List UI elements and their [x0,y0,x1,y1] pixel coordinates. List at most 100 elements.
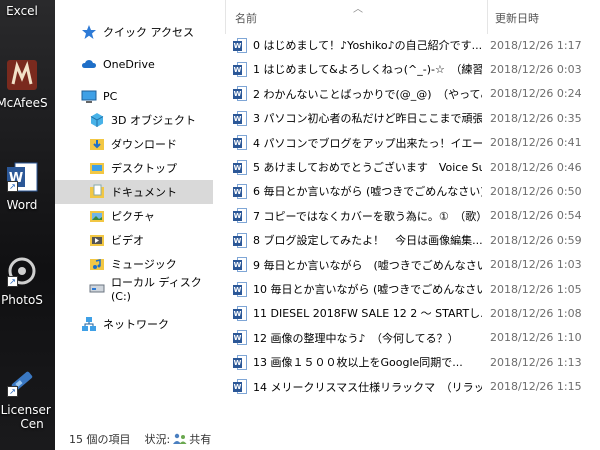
videos-folder-icon [89,232,105,248]
desktop-icon-word[interactable]: W ↗ Word [0,160,55,212]
file-row[interactable]: W 6 毎日とか言いながら (嘘つきでごめんなさい)... 2018/12/26 0… [233,180,595,202]
file-row[interactable]: W 9 毎日とか言いながら (嘘つきでごめんなさい... 2018/12/26 1:… [233,254,595,276]
column-divider [487,0,488,34]
file-row[interactable]: W 11 DIESEL 2018FW SALE 12 2 ～ STARTし... 2… [233,302,595,324]
file-date-modified: 2018/12/26 0:24 [490,87,582,101]
shortcut-arrow-icon: ↗ [7,276,18,287]
file-row[interactable]: W 14 メリークリスマス仕様リラックマ （リラックマ... 2018/12/26 … [233,376,595,398]
nav-label: ミュージック [111,258,177,271]
file-explorer-window: クイック アクセス OneDrive PC 3D オブジェクト ダウンロード デ… [55,0,600,450]
file-name: 4 パソコンでブログをアップ出来たっ！イエーイ＼... [253,136,483,150]
file-name: 10 毎日とか言いながら (嘘つきでごめんなさい)... [253,283,483,296]
nav-label: PC [103,89,118,103]
file-date-modified: 2018/12/26 1:15 [490,380,582,394]
nav-item-local-disk[interactable]: ローカル ディスク (C:) [55,275,213,303]
cube-icon [89,112,105,128]
nav-item-quick-access[interactable]: クイック アクセス [55,20,213,44]
file-list-pane: 名前 ︿ 更新日時 W 0 はじめまして！♪Yoshiko♪の自己紹介です... 2… [225,0,600,428]
file-row[interactable]: W 5 あけましておめでとうございます Voice Sum... 2018/12/2… [233,156,595,178]
file-row[interactable]: W 1 はじめまして&よろしくねっ(^_-)-☆ （練習... 2018/12/26… [233,58,595,80]
drive-icon [89,280,105,296]
nav-item-3d-objects[interactable]: 3D オブジェクト [55,108,213,132]
word-app-icon: W ↗ [5,160,39,194]
word-document-icon: W [233,61,247,77]
file-date-modified: 2018/12/26 0:03 [490,62,582,76]
nav-label: 3D オブジェクト [111,114,196,127]
column-header-date-modified[interactable]: 更新日時 [495,10,539,26]
column-header-name[interactable]: 名前 [235,10,257,26]
file-date-modified: 2018/12/26 1:05 [490,282,582,296]
file-name: 9 毎日とか言いながら (嘘つきでごめんなさい... [253,258,483,272]
word-document-icon: W [233,208,247,224]
word-document-icon: W [233,281,247,297]
file-name: 0 はじめまして！♪Yoshiko♪の自己紹介です... [253,39,483,52]
nav-item-pictures[interactable]: ピクチャ [55,204,213,228]
nav-label: クイック アクセス [103,26,194,39]
desktop-icon-label: Word [6,198,38,212]
word-document-icon: W [233,159,247,175]
desktop-icon-mcafee[interactable]: McAfeeS [0,58,55,110]
nav-item-videos[interactable]: ビデオ [55,228,213,252]
file-date-modified: 2018/12/26 0:46 [490,160,582,174]
shared-users-icon [173,433,187,445]
desktop-folder-icon [89,160,105,176]
sort-chevron-up-icon: ︿ [353,4,363,15]
file-date-modified: 2018/12/26 1:03 [490,258,582,272]
file-name: 7 コピーではなくカバーを歌う為に。① （歌） [253,209,483,223]
word-document-icon: W [233,37,247,53]
nav-item-desktop[interactable]: デスクトップ [55,156,213,180]
nav-item-network[interactable]: ネットワーク [55,312,213,336]
nav-label: ビデオ [111,234,144,247]
desktop-icon-photoscape[interactable]: ↗ PhotoS [0,255,55,307]
documents-folder-icon [89,184,105,200]
nav-item-music[interactable]: ミュージック [55,252,213,276]
status-bar: 15 個の項目 状況: 共有 [55,428,600,450]
nav-label: ネットワーク [103,318,169,331]
file-row[interactable]: W 2 わかんないことばっかりで(@_@) （やってみ... 2018/12/26 … [233,83,595,105]
word-document-icon: W [233,86,247,102]
file-date-modified: 2018/12/26 0:59 [490,233,582,247]
nav-item-onedrive[interactable]: OneDrive [55,52,213,76]
nav-item-downloads[interactable]: ダウンロード [55,132,213,156]
nav-item-pc[interactable]: PC [55,84,213,108]
status-label: 状況: [144,433,171,446]
file-row[interactable]: W 10 毎日とか言いながら (嘘つきでごめんなさい)... 2018/12/26 … [233,278,595,300]
nav-item-documents[interactable]: ドキュメント [55,180,213,204]
file-name: 6 毎日とか言いながら (嘘つきでごめんなさい)... [253,185,483,199]
music-folder-icon [89,256,105,272]
file-row[interactable]: W 12 画像の整理中なう♪ （今何してる？） 2018/12/26 1:10 [233,327,595,349]
navigation-pane: クイック アクセス OneDrive PC 3D オブジェクト ダウンロード デ… [55,0,215,428]
desktop-icon-label: McAfeeS [0,96,48,110]
file-name: 14 メリークリスマス仕様リラックマ （リラックマ... [253,380,483,394]
nav-label: OneDrive [103,57,155,71]
word-document-icon: W [233,135,247,151]
desktop-icon-label-line2: Cen [20,417,44,431]
download-folder-icon [89,136,105,152]
file-date-modified: 2018/12/26 1:10 [490,331,582,345]
file-row[interactable]: W 3 パソコン初心者の私だけど昨日ここまで頑張... 2018/12/26 0:3… [233,107,595,129]
file-row[interactable]: W 4 パソコンでブログをアップ出来たっ！イエーイ＼... 2018/12/26 0… [233,132,595,154]
word-document-icon: W [233,183,247,199]
pictures-folder-icon [89,208,105,224]
word-document-icon: W [233,257,247,273]
nav-label: デスクトップ [111,162,177,175]
word-document-icon: W [233,305,247,321]
computer-icon [81,88,97,104]
desktop-icon-label: Excel [6,4,38,18]
desktop-icon-excel[interactable]: Excel [0,4,55,18]
elicenser-icon: ↗ [5,365,39,399]
file-row[interactable]: W 13 画像１５００枚以上をGoogle同期で... 2018/12/26 1:1… [233,351,595,373]
file-date-modified: 2018/12/26 0:54 [490,209,582,223]
shortcut-arrow-icon: ↗ [7,181,18,192]
file-name: 5 あけましておめでとうございます Voice Sum... [253,161,483,174]
nav-label: ローカル ディスク (C:) [111,275,202,303]
file-name: 8 ブログ設定してみたよ！ 今日は画像編集... [253,234,483,248]
file-row[interactable]: W 0 はじめまして！♪Yoshiko♪の自己紹介です... 2018/12/26 … [233,34,595,56]
item-count: 15 個の項目 [69,433,131,446]
file-row[interactable]: W 7 コピーではなくカバーを歌う為に。① （歌） 2018/12/26 0:54 [233,205,595,227]
network-icon [81,316,97,332]
file-name: 12 画像の整理中なう♪ （今何してる？） [253,331,459,345]
word-document-icon: W [233,379,247,395]
desktop-icon-elicenser[interactable]: ↗ eLicenser Cen [0,365,55,431]
file-row[interactable]: W 8 ブログ設定してみたよ！ 今日は画像編集... 2018/12/26 0:59 [233,229,595,251]
